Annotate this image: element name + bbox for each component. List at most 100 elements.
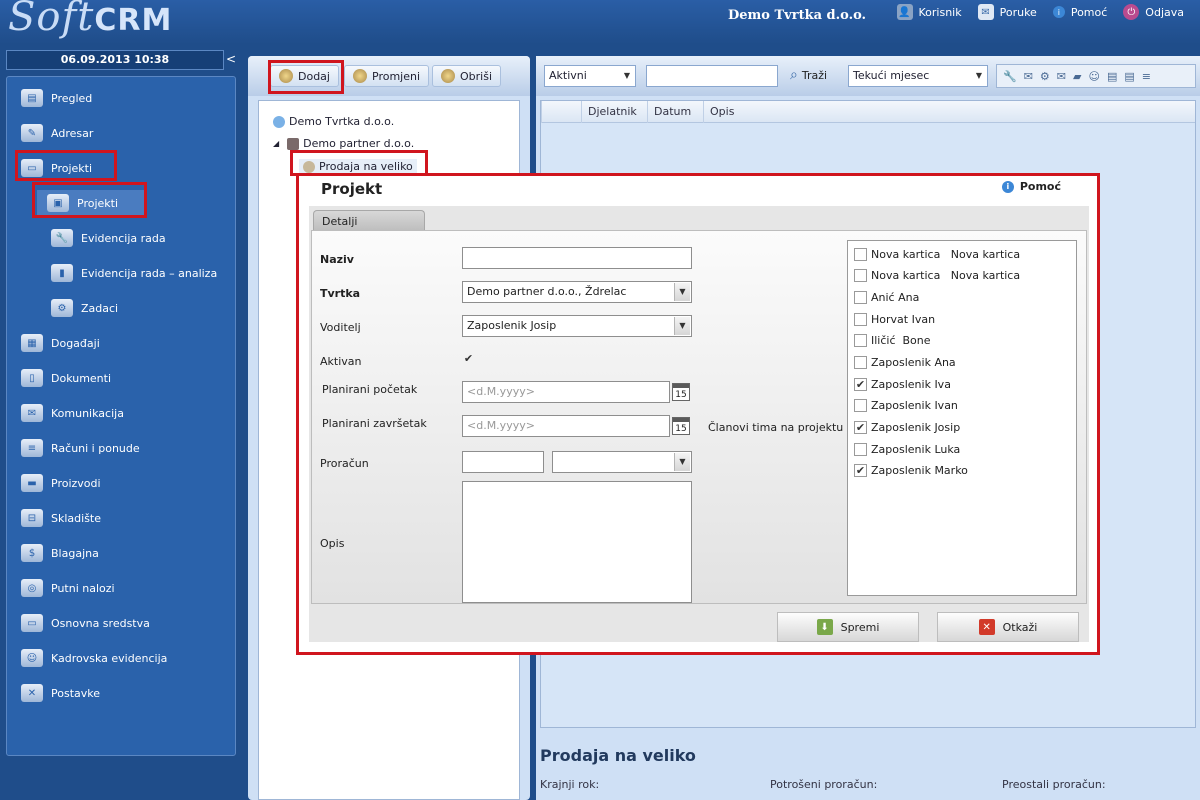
nav-label: Osnovna sredstva: [51, 616, 150, 630]
tree-node-partner[interactable]: ◢ Demo partner d.o.o.: [273, 137, 414, 150]
project-summary-title: Prodaja na veliko: [540, 746, 696, 765]
company-name: Demo Tvrtka d.o.o.: [728, 8, 867, 23]
logo-text: Soft: [8, 0, 95, 40]
search-button[interactable]: ⌕ Traži: [790, 67, 827, 83]
app-logo: SoftCRM: [8, 0, 172, 40]
nav-item-putni-nalozi[interactable]: ◎ Putni nalozi: [21, 575, 115, 601]
overview-icon: ▤: [21, 89, 43, 107]
message-icon: ✉: [977, 4, 994, 20]
document-icon: ▯: [21, 369, 43, 387]
grid-header-blank: [541, 101, 561, 123]
status-filter-select[interactable]: Aktivni ▼: [544, 65, 636, 87]
wrench-icon[interactable]: 🔧: [1003, 70, 1017, 83]
collapse-sidebar-button[interactable]: <: [226, 52, 236, 66]
tree-node-label: Demo Tvrtka d.o.o.: [289, 115, 395, 128]
remaining-budget-label: Preostali proračun:: [1002, 778, 1106, 791]
search-input[interactable]: [646, 65, 778, 87]
company-icon: [273, 115, 285, 128]
nav-item-racuni[interactable]: ≡ Računi i ponude: [21, 435, 140, 461]
gear-icon[interactable]: ⚙: [1040, 70, 1050, 83]
product-icon: ▬: [21, 474, 43, 492]
nav-item-adresar[interactable]: ✎ Adresar: [21, 120, 93, 146]
search-button-label: Traži: [801, 68, 828, 82]
nav-subitem-zadaci[interactable]: ⚙ Zadaci: [51, 295, 118, 321]
chevron-down-icon: ▼: [975, 71, 983, 80]
project-summary: Prodaja na veliko Krajnji rok: Potrošeni…: [540, 746, 1196, 791]
nav-item-pregled[interactable]: ▤ Pregled: [21, 85, 92, 111]
wrench-icon: 🔧: [51, 229, 73, 247]
highlight-add-button: [268, 60, 344, 94]
top-links: 👤 Korisnik ✉ Poruke i Pomoć ⏻ Odjava: [896, 4, 1200, 20]
nav-label: Evidencija rada – analiza: [81, 266, 218, 280]
nav-subitem-evidencija-rada[interactable]: 🔧 Evidencija rada: [51, 225, 166, 251]
column-header-date[interactable]: Datum: [647, 101, 703, 123]
user-link[interactable]: 👤 Korisnik: [896, 4, 962, 20]
nav-item-komunikacija[interactable]: ✉ Komunikacija: [21, 400, 124, 426]
gear-icon: ⚙: [51, 299, 73, 317]
chevron-down-icon: ▼: [623, 71, 631, 80]
report-icon[interactable]: ▤: [1124, 70, 1134, 83]
status-filter-value: Aktivni: [549, 69, 587, 82]
help-link[interactable]: i Pomoć: [1052, 4, 1108, 20]
list-icon[interactable]: ≡: [1142, 70, 1151, 83]
grid-header: Djelatnik Datum Opis: [541, 101, 1195, 123]
search-icon: ⌕: [790, 67, 798, 83]
person-icon[interactable]: ☺: [1088, 70, 1099, 83]
nav-item-osnovna-sredstva[interactable]: ▭ Osnovna sredstva: [21, 610, 150, 636]
highlight-nav-projekti: [15, 150, 117, 181]
nav-item-postavke[interactable]: ✕ Postavke: [21, 680, 100, 706]
nav-label: Komunikacija: [51, 406, 124, 420]
spent-budget-label: Potrošeni proračun:: [770, 778, 878, 791]
deadline-label: Krajnji rok:: [540, 778, 600, 791]
nav-subitem-evidencija-analiza[interactable]: ▮ Evidencija rada – analiza: [51, 260, 217, 286]
user-link-label: Korisnik: [918, 5, 962, 19]
nav-item-blagajna[interactable]: $ Blagajna: [21, 540, 99, 566]
nav-item-dokumenti[interactable]: ▯ Dokumenti: [21, 365, 111, 391]
delete-icon: [441, 69, 455, 83]
communication-icon: ✉: [21, 404, 43, 422]
logout-link[interactable]: ⏻ Odjava: [1123, 4, 1184, 20]
edit-button-label: Promjeni: [372, 69, 421, 83]
nav-item-kadrovska[interactable]: ☺ Kadrovska evidencija: [21, 645, 167, 671]
assets-icon: ▭: [21, 614, 43, 632]
expand-icon[interactable]: ◢: [273, 139, 279, 148]
highlight-dialog: [296, 173, 1100, 655]
nav-label: Skladište: [51, 511, 101, 525]
column-header-employee[interactable]: Djelatnik: [581, 101, 647, 123]
highlight-subnav-projekti: [32, 182, 147, 218]
calendar-icon: ▦: [21, 334, 43, 352]
nav-label: Evidencija rada: [81, 231, 166, 245]
tree-node-company[interactable]: Demo Tvrtka d.o.o.: [273, 115, 394, 128]
report-icon[interactable]: ▤: [1107, 70, 1117, 83]
messages-link-label: Poruke: [999, 5, 1037, 19]
nav-label: Adresar: [51, 126, 94, 140]
envelope-icon[interactable]: ✉: [1057, 70, 1066, 83]
period-select[interactable]: Tekući mjesec ▼: [848, 65, 988, 87]
edit-button[interactable]: Promjeni: [344, 65, 430, 87]
travel-icon: ◎: [21, 579, 43, 597]
edit-icon: [353, 69, 367, 83]
tools-icon: ✕: [21, 684, 43, 702]
nav-label: Postavke: [51, 686, 101, 700]
nav-item-skladiste[interactable]: ⊟ Skladište: [21, 505, 101, 531]
logo-crm-text: CRM: [94, 3, 173, 38]
nav-label: Događaji: [51, 336, 100, 350]
nav-label: Dokumenti: [51, 371, 112, 385]
address-book-icon: ✎: [21, 124, 43, 142]
nav-item-proizvodi[interactable]: ▬ Proizvodi: [21, 470, 101, 496]
top-bar: SoftCRM Demo Tvrtka d.o.o. 👤 Korisnik ✉ Po…: [0, 0, 1200, 44]
cash-icon: $: [21, 544, 43, 562]
mail-icon[interactable]: ✉: [1024, 70, 1033, 83]
partner-icon: [287, 137, 300, 150]
nav-label: Putni nalozi: [51, 581, 115, 595]
tree-node-label: Demo partner d.o.o.: [303, 137, 415, 150]
messages-link[interactable]: ✉ Poruke: [977, 4, 1037, 20]
delete-button[interactable]: Obriši: [432, 65, 502, 87]
column-header-description[interactable]: Opis: [703, 101, 1083, 123]
user-icon: 👤: [896, 4, 913, 20]
nav-item-dogadaji[interactable]: ▦ Događaji: [21, 330, 100, 356]
action-icons: 🔧 ✉ ⚙ ✉ ▰ ☺ ▤ ▤ ≡: [996, 64, 1196, 88]
help-link-label: Pomoć: [1070, 5, 1108, 19]
car-icon[interactable]: ▰: [1073, 70, 1081, 83]
power-icon: ⏻: [1123, 4, 1140, 20]
